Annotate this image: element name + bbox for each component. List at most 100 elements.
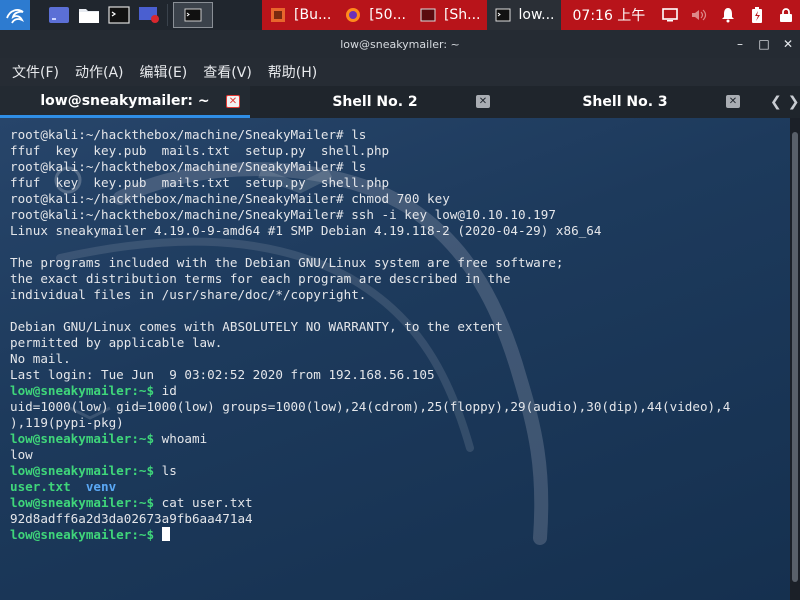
chevron-left-icon[interactable]: ❮ xyxy=(770,94,782,110)
shell-prompt: low@sneakymailer:~$ xyxy=(10,431,162,446)
task-shell[interactable]: [Sh... xyxy=(412,0,487,30)
shell-command: chmod 700 key xyxy=(351,191,450,206)
output-text: The programs included with the Debian GN… xyxy=(10,255,564,270)
taskbar: [Bu... [50... [Sh... low... 07:16 上午 xyxy=(262,0,800,30)
terminal-line: Last login: Tue Jun 9 03:02:52 2020 from… xyxy=(10,367,730,383)
terminal-icon xyxy=(495,7,511,23)
terminal-line: low@sneakymailer:~$ whoami xyxy=(10,431,730,447)
shell-command: ls xyxy=(161,463,177,478)
terminal-output: root@kali:~/hackthebox/machine/SneakyMai… xyxy=(10,127,730,543)
menu-help[interactable]: 帮助(H) xyxy=(268,62,317,82)
terminal-line: low@sneakymailer:~$ xyxy=(10,527,730,543)
output-text: ),119(pypi-pkg) xyxy=(10,415,124,430)
terminal-line: root@kali:~/hackthebox/machine/SneakyMai… xyxy=(10,127,730,143)
menu-bar: 文件(F) 动作(A) 编辑(E) 查看(V) 帮助(H) xyxy=(0,58,800,86)
output-text: uid=1000(low) gid=1000(low) groups=1000(… xyxy=(10,399,731,414)
screen-icon[interactable] xyxy=(134,0,164,30)
terminal-scrollbar[interactable] xyxy=(790,118,800,600)
close-tab-icon[interactable]: ✕ xyxy=(476,95,490,108)
tab-shell-3[interactable]: Shell No. 3 ✕ xyxy=(500,86,750,118)
firefox-icon xyxy=(345,7,361,23)
minimize-button[interactable]: – xyxy=(728,30,752,58)
output-text: the exact distribution terms for each pr… xyxy=(10,271,511,286)
scrollbar-thumb[interactable] xyxy=(792,132,798,582)
kali-menu-icon[interactable] xyxy=(0,0,30,30)
terminal-line: ),119(pypi-pkg) xyxy=(10,415,730,431)
terminal-line: The programs included with the Debian GN… xyxy=(10,255,730,271)
lock-icon[interactable] xyxy=(771,0,800,30)
menu-view[interactable]: 查看(V) xyxy=(203,62,252,82)
text-cursor xyxy=(161,527,170,541)
tab-bar: low@sneakymailer: ~ ✕ Shell No. 2 ✕ Shel… xyxy=(0,86,800,118)
close-tab-icon[interactable]: ✕ xyxy=(726,95,740,108)
tab-low-sneakymailer[interactable]: low@sneakymailer: ~ ✕ xyxy=(0,86,250,118)
terminal-line: low@sneakymailer:~$ id xyxy=(10,383,730,399)
output-text: individual files in /usr/share/doc/*/cop… xyxy=(10,287,367,302)
bell-icon[interactable] xyxy=(713,0,742,30)
close-tab-icon[interactable]: ✕ xyxy=(226,95,240,108)
terminal-line: uid=1000(low) gid=1000(low) groups=1000(… xyxy=(10,399,730,415)
tab-label: low@sneakymailer: ~ xyxy=(40,92,210,109)
tab-label: Shell No. 3 xyxy=(582,94,668,110)
desktop-icon[interactable] xyxy=(44,0,74,30)
output-text: low xyxy=(10,447,33,462)
terminal-line: low@sneakymailer:~$ ls xyxy=(10,463,730,479)
task-label: [50... xyxy=(369,7,406,23)
output-text: ffuf key key.pub mails.txt setup.py shel… xyxy=(10,143,390,158)
terminal-line: root@kali:~/hackthebox/machine/SneakyMai… xyxy=(10,191,730,207)
panel-separator xyxy=(167,4,168,26)
menu-edit[interactable]: 编辑(E) xyxy=(140,62,188,82)
task-burp[interactable]: [Bu... xyxy=(262,0,337,30)
terminal-icon[interactable] xyxy=(104,0,134,30)
burp-icon xyxy=(270,7,286,23)
tab-navigation: ❮ ❯ xyxy=(750,86,799,118)
terminal-line: root@kali:~/hackthebox/machine/SneakyMai… xyxy=(10,207,730,223)
chevron-right-icon[interactable]: ❯ xyxy=(788,94,800,110)
task-firefox[interactable]: [50... xyxy=(337,0,412,30)
shell-prompt: low@sneakymailer:~$ xyxy=(10,527,162,542)
terminal-line: permitted by applicable law. xyxy=(10,335,730,351)
terminal-area[interactable]: root@kali:~/hackthebox/machine/SneakyMai… xyxy=(0,118,790,600)
close-button[interactable]: ✕ xyxy=(776,30,800,58)
directory-entry: venv xyxy=(85,479,117,494)
volume-icon[interactable] xyxy=(684,0,713,30)
battery-icon[interactable] xyxy=(742,0,771,30)
maximize-button[interactable]: □ xyxy=(752,30,776,58)
task-label: low... xyxy=(518,7,555,23)
top-panel: [Bu... [50... [Sh... low... 07:16 上午 xyxy=(0,0,800,30)
window-controls: – □ ✕ xyxy=(728,30,800,58)
shell-prompt: root@kali:~/hackthebox/machine/SneakyMai… xyxy=(10,207,352,222)
active-window-button[interactable] xyxy=(173,2,213,28)
output-text: No mail. xyxy=(10,351,71,366)
menu-file[interactable]: 文件(F) xyxy=(12,62,59,82)
files-icon[interactable] xyxy=(74,0,104,30)
tab-shell-2[interactable]: Shell No. 2 ✕ xyxy=(250,86,500,118)
terminal-line: Linux sneakymailer 4.19.0-9-amd64 #1 SMP… xyxy=(10,223,730,239)
shell-command: ls xyxy=(351,127,367,142)
display-icon[interactable] xyxy=(655,0,684,30)
clock[interactable]: 07:16 上午 xyxy=(561,5,656,25)
task-label: [Bu... xyxy=(294,7,332,23)
output-text: Debian GNU/Linux comes with ABSOLUTELY N… xyxy=(10,319,503,334)
shell-command: id xyxy=(161,383,177,398)
terminal-line: low@sneakymailer:~$ cat user.txt xyxy=(10,495,730,511)
window-titlebar[interactable]: low@sneakymailer: ~ – □ ✕ xyxy=(0,30,800,58)
output-text: ffuf key key.pub mails.txt setup.py shel… xyxy=(10,175,390,190)
shell-command: ls xyxy=(351,159,367,174)
terminal-line: root@kali:~/hackthebox/machine/SneakyMai… xyxy=(10,159,730,175)
output-text: permitted by applicable law. xyxy=(10,335,223,350)
output-text: Linux sneakymailer 4.19.0-9-amd64 #1 SMP… xyxy=(10,223,602,238)
shell-command: whoami xyxy=(161,431,208,446)
terminal-line: the exact distribution terms for each pr… xyxy=(10,271,730,287)
terminal-line: Debian GNU/Linux comes with ABSOLUTELY N… xyxy=(10,319,730,335)
task-low-terminal[interactable]: low... xyxy=(486,0,561,30)
menu-action[interactable]: 动作(A) xyxy=(75,62,124,82)
window-title: low@sneakymailer: ~ xyxy=(340,37,460,51)
shell-prompt: root@kali:~/hackthebox/machine/SneakyMai… xyxy=(10,159,352,174)
terminal-icon xyxy=(420,7,436,23)
terminal-line: low xyxy=(10,447,730,463)
output-text: Last login: Tue Jun 9 03:02:52 2020 from… xyxy=(10,367,435,382)
terminal-line: user.txt venv xyxy=(10,479,730,495)
